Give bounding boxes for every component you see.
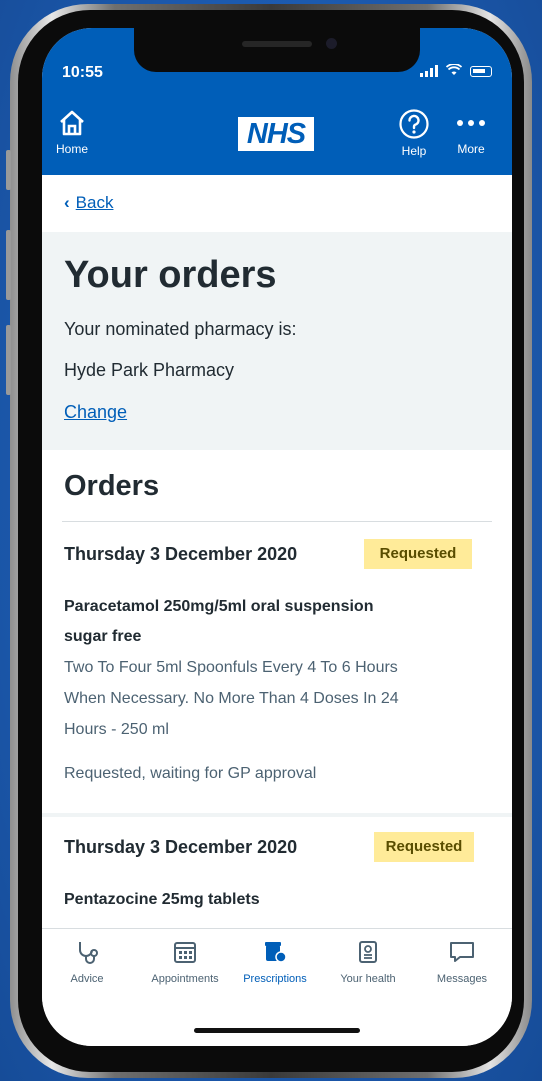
tab-your-health-label: Your health: [340, 973, 396, 985]
page-title: Your orders: [64, 254, 277, 296]
dosage-line: Two To Four 5ml Spoonfuls Every 4 To 6 H…: [64, 659, 398, 676]
home-icon: [60, 110, 84, 136]
medicine-name-line: Pentazocine 25mg tablets: [64, 891, 260, 908]
medicine-name: Pentazocine 25mg tablets: [64, 885, 464, 915]
stethoscope-icon: [79, 942, 98, 964]
back-link[interactable]: ‹ Back: [64, 193, 113, 213]
status-badge: Requested: [364, 539, 472, 569]
more-label: More: [457, 142, 485, 156]
order-card[interactable]: Thursday 3 December 2020 Requested Penta…: [42, 817, 512, 928]
home-button[interactable]: Home: [56, 108, 88, 156]
front-camera: [326, 38, 337, 49]
dosage-line: Hours - 250 ml: [64, 721, 169, 738]
order-date: Thursday 3 December 2020: [64, 544, 298, 564]
tab-advice[interactable]: Advice: [52, 939, 122, 985]
dosage-line: When Necessary. No More Than 4 Doses In …: [64, 690, 399, 707]
home-indicator[interactable]: [194, 1028, 360, 1033]
status-badge: Requested: [374, 832, 474, 862]
tab-prescriptions[interactable]: Prescriptions: [230, 939, 320, 985]
status-time: 10:55: [62, 64, 103, 81]
change-pharmacy-link[interactable]: Change: [64, 402, 127, 423]
message-icon: [450, 942, 474, 962]
wifi-icon: [445, 63, 463, 78]
orders-heading: Orders: [64, 470, 160, 502]
medicine-name: Paracetamol 250mg/5ml oral suspension su…: [64, 592, 464, 652]
tab-messages-label: Messages: [436, 973, 488, 985]
tab-appointments[interactable]: Appointments: [137, 939, 233, 985]
silent-switch: [6, 150, 11, 190]
help-icon: [399, 109, 429, 139]
calendar-icon: [174, 942, 196, 963]
health-record-icon: [359, 941, 377, 963]
status-icons: [420, 63, 492, 78]
tab-advice-label: Advice: [70, 973, 104, 985]
pharmacy-section: Your orders Your nominated pharmacy is: …: [42, 232, 512, 450]
prescription-icon: [265, 942, 287, 963]
order-date: Thursday 3 December 2020: [64, 837, 298, 857]
chevron-left-icon: ‹: [64, 193, 70, 212]
phone-notch: [134, 28, 420, 72]
nominated-pharmacy-label: Your nominated pharmacy is:: [64, 319, 297, 339]
pharmacy-name: Hyde Park Pharmacy: [64, 360, 235, 380]
back-row: ‹ Back: [42, 175, 512, 232]
order-card[interactable]: Thursday 3 December 2020 Requested Parac…: [42, 522, 512, 810]
more-icon: [457, 120, 485, 126]
help-button[interactable]: Help: [398, 108, 430, 158]
medicine-name-line: sugar free: [64, 628, 142, 645]
tab-appointments-label: Appointments: [151, 973, 219, 985]
signal-icon: [420, 65, 438, 77]
tab-your-health[interactable]: Your health: [326, 939, 410, 985]
tab-messages[interactable]: Messages: [424, 939, 500, 985]
dosage-instructions: Two To Four 5ml Spoonfuls Every 4 To 6 H…: [64, 652, 484, 745]
medicine-name-line: Paracetamol 250mg/5ml oral suspension: [64, 598, 374, 615]
nhs-logo: NHS: [238, 117, 314, 151]
battery-icon: [470, 65, 492, 77]
help-label: Help: [401, 144, 427, 158]
home-label: Home: [56, 142, 89, 156]
volume-down-button: [6, 325, 11, 395]
back-label: Back: [75, 193, 114, 212]
tab-prescriptions-label: Prescriptions: [243, 973, 307, 985]
speaker-grille: [242, 41, 312, 47]
phone-screen: 10:55 Home NHS Help More ‹ Back Your ord…: [42, 28, 512, 1046]
more-button[interactable]: More: [454, 108, 488, 156]
volume-up-button: [6, 230, 11, 300]
order-status-text: Requested, waiting for GP approval: [64, 765, 317, 782]
